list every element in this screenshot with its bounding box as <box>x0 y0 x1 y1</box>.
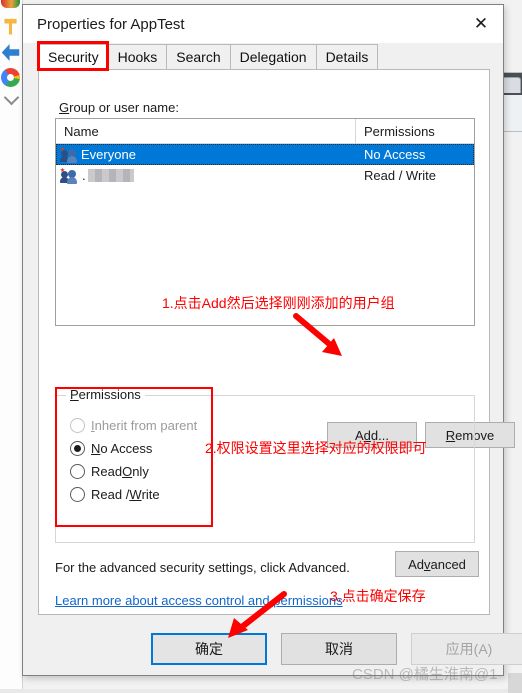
radio-indicator <box>70 464 85 479</box>
radio-indicator <box>70 441 85 456</box>
group-user-listview[interactable]: Name Permissions Everyone No Access . Re… <box>55 118 475 326</box>
tab-delegation[interactable]: Delegation <box>229 44 317 69</box>
radio-indicator <box>70 487 85 502</box>
tab-details[interactable]: Details <box>315 44 379 69</box>
background-arrow-icon <box>1 44 20 61</box>
radio-label-accesskey: N <box>91 441 101 456</box>
tab-search[interactable]: Search <box>166 44 231 69</box>
radio-label-post: rite <box>141 487 160 502</box>
row-name-text: Everyone <box>81 147 136 162</box>
row-permission-text: No Access <box>356 144 473 165</box>
group-label-accesskey: G <box>59 100 70 115</box>
tab-search-label: Search <box>176 49 221 65</box>
column-header-permissions[interactable]: Permissions <box>356 119 473 143</box>
redacted-username <box>87 169 134 182</box>
radio-label-post: nly <box>132 464 149 479</box>
dialog-title: Properties for AppTest <box>37 15 185 33</box>
table-row[interactable]: . Read / Write <box>56 165 474 186</box>
radio-label-post: o Access <box>100 441 153 456</box>
radio-label-pre: Read <box>91 464 123 479</box>
radio-label-accesskey: O <box>122 464 133 479</box>
background-download-icon <box>4 18 17 35</box>
advanced-button-post: anced <box>430 556 466 572</box>
permissions-legend-accesskey: P <box>70 387 79 402</box>
background-scrollbar-corner <box>508 673 522 693</box>
cancel-button[interactable]: 取消 <box>281 633 397 665</box>
row-name-cell: Everyone <box>56 144 356 165</box>
radio-read-write[interactable]: Read / Write <box>70 487 160 502</box>
tab-hooks-label: Hooks <box>117 49 158 65</box>
properties-dialog: Properties for AppTest ✕ Security Hooks … <box>22 4 522 676</box>
radio-inherit-from-parent[interactable]: Inherit from parent <box>70 418 197 433</box>
tab-security-label: Security <box>48 49 99 65</box>
listview-header: Name Permissions <box>56 119 474 144</box>
advanced-button-pre: Ad <box>408 556 424 572</box>
table-row[interactable]: Everyone No Access <box>56 144 474 165</box>
tab-hooks[interactable]: Hooks <box>107 44 168 69</box>
radio-indicator <box>70 418 85 433</box>
users-group-icon <box>60 146 77 163</box>
close-icon[interactable]: ✕ <box>459 5 503 43</box>
background-browser-icon <box>1 0 20 8</box>
radio-label-accesskey: W <box>129 487 142 502</box>
radio-label-pre: Read / <box>91 487 130 502</box>
background-taskbar <box>0 689 522 693</box>
advanced-description: For the advanced security settings, clic… <box>55 560 350 575</box>
radio-label-post: nherit from parent <box>94 418 198 433</box>
group-label-rest: roup or user name: <box>69 100 179 115</box>
advanced-button[interactable]: Ad v anced <box>395 551 479 577</box>
background-sidebar-strip <box>0 0 23 693</box>
permissions-groupbox: Permissions Inherit from parent No Acces… <box>55 387 475 543</box>
radio-no-access[interactable]: No Access <box>70 441 152 456</box>
radio-read-only[interactable]: Read Only <box>70 464 149 479</box>
row-permission-text: Read / Write <box>364 168 437 183</box>
users-group-icon <box>60 167 77 184</box>
security-tab-panel: Group or user name: Name Permissions Eve… <box>38 69 515 615</box>
dialog-titlebar: Properties for AppTest ✕ <box>23 5 503 43</box>
background-chrome-icon <box>1 68 20 87</box>
tab-security[interactable]: Security <box>38 44 109 69</box>
tab-delegation-label: Delegation <box>239 49 307 65</box>
column-header-name[interactable]: Name <box>56 119 356 143</box>
permissions-legend: Permissions <box>66 387 145 402</box>
permissions-legend-rest: ermissions <box>78 387 141 402</box>
group-or-user-name-label: Group or user name: <box>59 100 179 115</box>
tab-strip: Security Hooks Search Delegation Details <box>23 41 503 71</box>
background-chevron-down-icon <box>3 89 20 106</box>
learn-more-link[interactable]: Learn more about access control and perm… <box>55 593 343 608</box>
row-name-cell: . <box>56 165 356 186</box>
tab-details-label: Details <box>325 49 369 65</box>
apply-button[interactable]: 应用(A) <box>411 633 522 665</box>
row-name-text: . <box>82 168 86 183</box>
ok-button[interactable]: 确定 <box>151 633 267 665</box>
